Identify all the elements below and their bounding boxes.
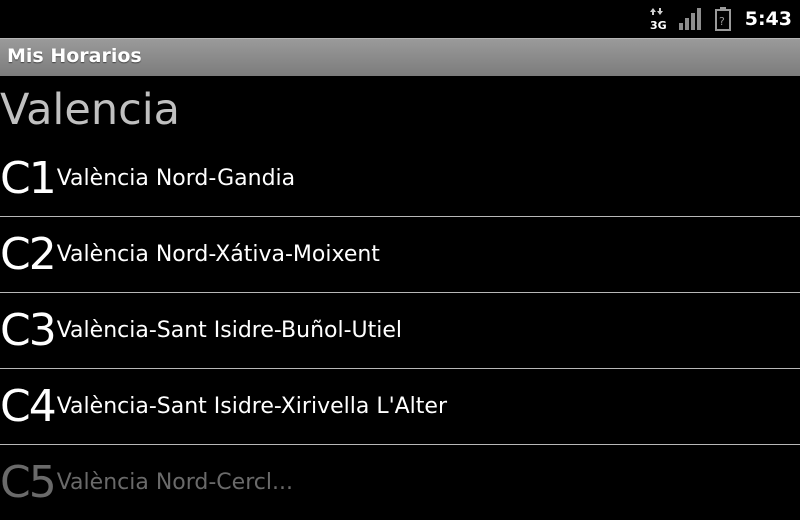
route-name: València Nord-Xátiva-Moixent bbox=[56, 242, 380, 267]
route-item-c5[interactable]: C5 València Nord-Cercl... bbox=[0, 445, 800, 520]
route-name: València-Sant Isidre-Xirivella L'Alter bbox=[56, 394, 448, 419]
route-name: València Nord-Cercl... bbox=[56, 470, 293, 495]
network-type-label: 3G bbox=[650, 19, 667, 31]
route-name: València-Sant Isidre-Buñol-Utiel bbox=[56, 318, 403, 343]
route-list: C1 València Nord-Gandia C2 València Nord… bbox=[0, 141, 800, 520]
route-code: C2 bbox=[0, 229, 57, 280]
route-name: València Nord-Gandia bbox=[56, 166, 296, 191]
app-title: Mis Horarios bbox=[7, 45, 142, 67]
status-time: 5:43 bbox=[744, 8, 792, 30]
route-code: C3 bbox=[0, 305, 57, 356]
route-item-c3[interactable]: C3 València-Sant Isidre-Buñol-Utiel bbox=[0, 293, 800, 369]
signal-strength-icon bbox=[678, 8, 701, 30]
status-icons: 3G ? 5:43 bbox=[649, 0, 792, 38]
route-item-c4[interactable]: C4 València-Sant Isidre-Xirivella L'Alte… bbox=[0, 369, 800, 445]
route-code: C1 bbox=[0, 153, 57, 204]
app-title-bar: Mis Horarios bbox=[0, 38, 800, 76]
battery-unknown-icon: ? bbox=[714, 7, 731, 31]
status-bar: 3G ? 5:43 bbox=[0, 0, 800, 38]
route-item-c2[interactable]: C2 València Nord-Xátiva-Moixent bbox=[0, 217, 800, 293]
route-code: C4 bbox=[0, 381, 57, 432]
battery-glyph: ? bbox=[719, 15, 725, 28]
network-3g-icon: 3G bbox=[649, 8, 667, 31]
city-heading: Valencia bbox=[0, 85, 181, 135]
route-code: C5 bbox=[0, 457, 57, 508]
route-item-c1[interactable]: C1 València Nord-Gandia bbox=[0, 141, 800, 217]
